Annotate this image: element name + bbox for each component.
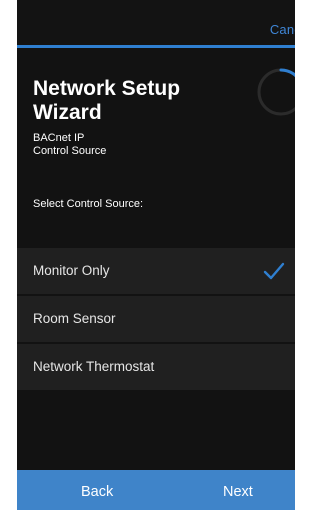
option-network-thermostat[interactable]: Network Thermostat <box>17 344 295 392</box>
option-label: Monitor Only <box>33 263 110 278</box>
page-title: Network Setup Wizard <box>33 77 181 124</box>
wizard-subtitle: BACnet IP Control Source <box>33 132 106 158</box>
option-label: Room Sensor <box>33 311 116 326</box>
option-room-sensor[interactable]: Room Sensor <box>17 296 295 344</box>
select-control-source-label: Select Control Source: <box>33 198 144 210</box>
option-monitor-only[interactable]: Monitor Only <box>17 248 295 296</box>
wizard-screen: Canc Network Setup Wizard BACnet IP Cont… <box>17 0 295 510</box>
header-accent-line <box>17 45 295 48</box>
progress-ring-icon <box>257 68 295 116</box>
protocol-label: BACnet IP <box>33 132 85 144</box>
top-bar: Canc <box>17 0 295 45</box>
left-edge <box>0 0 17 510</box>
bottom-navigation-bar: Back Next <box>17 470 295 510</box>
control-source-list: Monitor Only Room Sensor Network Thermos… <box>17 248 295 392</box>
next-button[interactable]: Next <box>223 484 253 500</box>
cancel-button[interactable]: Canc <box>270 22 295 37</box>
option-label: Network Thermostat <box>33 359 155 374</box>
step-label: Control Source <box>33 145 107 157</box>
back-button[interactable]: Back <box>81 484 113 500</box>
checkmark-icon <box>263 262 285 280</box>
